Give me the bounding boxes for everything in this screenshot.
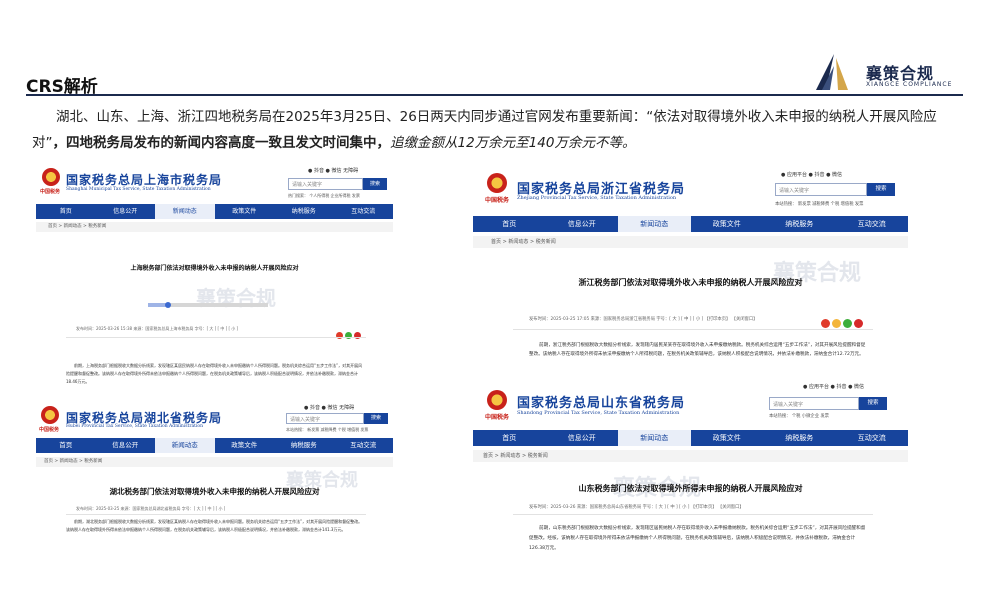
main-nav: 首页 信息公开 新闻动态 政策文件 纳税服务 互动交流 <box>36 204 393 219</box>
nav-news[interactable]: 新闻动态 <box>155 438 215 453</box>
breadcrumb: 首页 > 新闻动态 > 税务新闻 <box>36 222 393 232</box>
site-name-en: Shanghai Municipal Tax Service, State Ta… <box>66 187 211 192</box>
article-meta: 发布时间：2025-03-26 来源：国家税务总局山东省税务局 字号：[ 大 ]… <box>529 505 744 510</box>
site-name: 国家税务总局山东省税务局 <box>517 396 686 411</box>
search-input[interactable]: 请输入关键字 <box>288 178 363 190</box>
intro-amount: 追缴金额从12万余元至140万余元不等。 <box>390 135 636 151</box>
hot-search: 本站热搜： 新发票 减税降费 个税 增值税 发票 <box>286 427 369 432</box>
search-input[interactable]: 请输入关键字 <box>775 183 867 196</box>
nav-service[interactable]: 纳税服务 <box>763 216 836 232</box>
divider <box>66 514 366 515</box>
audio-handle[interactable] <box>165 302 171 308</box>
site-name: 国家税务总局上海市税务局 <box>66 173 223 187</box>
nav-service[interactable]: 纳税服务 <box>763 430 836 446</box>
search-button[interactable]: 搜索 <box>867 183 895 196</box>
nav-policy[interactable]: 政策文件 <box>215 204 275 219</box>
zhejiang-tax-screenshot: 襄策合规 中国税务 国家税务总局浙江省税务局 Zhejiang Provinci… <box>473 165 908 380</box>
intro-highlight: ，四地税务局发布的新闻内容高度一致且发文时间集中， <box>52 135 391 151</box>
article-body: 前期，浙江税务部门根据税收大数据分析线索，发现辖内居民某某存在取得境外收入未申报… <box>529 343 866 357</box>
top-tools[interactable]: ● 抖音 ● 微信 无障碍 <box>308 167 358 174</box>
nav-home[interactable]: 首页 <box>36 204 96 219</box>
article-meta: 发布时间：2025-03-26 15:38 来源：国家税务总局上海市税务局 字号… <box>76 326 239 331</box>
share-wechat-icon[interactable] <box>843 319 852 328</box>
nav-interact[interactable]: 互动交流 <box>836 430 909 446</box>
main-nav: 首页 信息公开 新闻动态 政策文件 纳税服务 互动交流 <box>36 438 393 453</box>
nav-policy[interactable]: 政策文件 <box>691 216 764 232</box>
article-title: 湖北税务部门依法对取得境外收入未申报的纳税人开展风险应对 <box>109 487 320 496</box>
nav-home[interactable]: 首页 <box>473 430 546 446</box>
article-body: 前期，山东税务部门根据税收大数据分析线索，发现辖区居民纳税人存在取得境外收入未申… <box>529 526 866 551</box>
breadcrumb: 首页 > 新闻动态 > 税务新闻 <box>473 236 908 248</box>
article-meta: 发布时间：2025-03-25 17:05 来源：国家税务总局浙江省税务局 字号… <box>529 317 758 322</box>
national-emblem-icon <box>41 406 59 424</box>
top-tools[interactable]: ● 应用平台 ● 抖音 ● 微信 <box>781 171 842 178</box>
nav-info[interactable]: 信息公开 <box>546 430 619 446</box>
nav-news[interactable]: 新闻动态 <box>155 204 215 219</box>
nav-home[interactable]: 首页 <box>36 438 96 453</box>
share-weibo-icon[interactable] <box>821 319 830 328</box>
nav-policy[interactable]: 政策文件 <box>215 438 275 453</box>
nav-info[interactable]: 信息公开 <box>546 216 619 232</box>
hot-search: 本站热搜： 新发票 减税降费 个税 增值税 发票 <box>775 202 864 207</box>
main-nav: 首页 信息公开 新闻动态 政策文件 纳税服务 互动交流 <box>473 430 908 446</box>
hot-search: 热门搜索： 个人所得税 企业所得税 发票 <box>288 193 360 198</box>
search-input[interactable]: 请输入关键字 <box>286 413 364 424</box>
article-body: 前期，上海税务部门根据税收大数据分析线索，发现辖区某居民纳税人存在取得境外收入未… <box>66 363 363 384</box>
national-emblem-icon <box>42 168 60 186</box>
nav-policy[interactable]: 政策文件 <box>691 430 764 446</box>
top-tools[interactable]: ● 应用平台 ● 抖音 ● 微信 <box>803 383 864 390</box>
search-input[interactable]: 请输入关键字 <box>769 397 859 410</box>
nav-interact[interactable]: 互动交流 <box>836 216 909 232</box>
hot-search: 本站热搜： 个税 小微企业 发票 <box>769 414 829 419</box>
site-name-en: Shandong Provincial Tax Service, State T… <box>517 410 680 416</box>
shandong-tax-screenshot: 襄策合规 中国税务 国家税务总局山东省税务局 Shandong Provinci… <box>473 380 908 570</box>
article-title: 山东税务部门依法对取得境外所得未申报的纳税人开展风险应对 <box>578 484 803 493</box>
article-meta: 发布时间：2025-03-25 来源：国家税务总局湖北省税务局 字号：[ 大 ]… <box>76 506 226 511</box>
divider <box>66 337 366 338</box>
site-name-en: Hubei Provincial Tax Service, State Taxa… <box>66 424 204 429</box>
nav-service[interactable]: 纳税服务 <box>274 204 334 219</box>
nav-interact[interactable]: 互动交流 <box>334 438 394 453</box>
national-emblem-icon <box>487 390 507 410</box>
nav-interact[interactable]: 互动交流 <box>334 204 394 219</box>
nav-info[interactable]: 信息公开 <box>96 204 156 219</box>
breadcrumb: 首页 > 新闻动态 > 税务新闻 <box>36 457 393 467</box>
shanghai-tax-screenshot: 襄策合规 中国税务 国家税务总局上海市税务局 Shanghai Municipa… <box>36 162 393 390</box>
article-title: 浙江税务部门依法对取得境外收入未申报的纳税人开展风险应对 <box>578 278 803 287</box>
nav-info[interactable]: 信息公开 <box>96 438 156 453</box>
share-icons[interactable] <box>334 324 361 343</box>
header-divider <box>26 94 963 96</box>
main-nav: 首页 信息公开 新闻动态 政策文件 纳税服务 互动交流 <box>473 216 908 232</box>
intro-paragraph: 湖北、山东、上海、浙江四地税务局在2025年3月25日、26日两天内同步通过官网… <box>32 104 962 156</box>
share-qq-icon[interactable] <box>832 319 841 328</box>
tax-seal: 中国税务 <box>39 427 60 433</box>
divider <box>513 329 873 330</box>
search-button[interactable]: 搜索 <box>859 397 887 410</box>
nav-home[interactable]: 首页 <box>473 216 546 232</box>
site-name-en: Zhejiang Provincial Tax Service, State T… <box>517 195 677 201</box>
national-emblem-icon <box>487 173 507 193</box>
search-button[interactable]: 搜索 <box>364 413 388 424</box>
top-tools[interactable]: ● 抖音 ● 微信 无障碍 <box>304 404 354 411</box>
article-body: 前期，湖北税务部门根据税收大数据分析线索，发现辖区某纳税人存在取得境外收入未申报… <box>66 519 363 532</box>
divider <box>513 514 873 515</box>
logo-mark-icon <box>816 54 848 90</box>
tax-seal: 中国税务 <box>40 189 61 195</box>
nav-news[interactable]: 新闻动态 <box>618 430 691 446</box>
nav-news[interactable]: 新闻动态 <box>618 216 691 232</box>
breadcrumb: 首页 > 新闻动态 > 税务新闻 <box>473 450 908 462</box>
article-title: 上海税务部门依法对取得境外收入未申报的纳税人开展风险应对 <box>130 265 299 272</box>
tax-seal: 中国税务 <box>485 197 510 204</box>
search-button[interactable]: 搜索 <box>363 178 387 190</box>
logo-subtitle: XIANGCE COMPLIANCE <box>866 81 953 88</box>
company-logo: 襄策合规 XIANGCE COMPLIANCE <box>808 52 968 92</box>
hubei-tax-screenshot: 襄策合规 中国税务 国家税务总局湖北省税务局 Hubei Provincial … <box>36 400 393 548</box>
share-more-icon[interactable] <box>854 319 863 328</box>
nav-service[interactable]: 纳税服务 <box>274 438 334 453</box>
tax-seal: 中国税务 <box>485 414 510 421</box>
